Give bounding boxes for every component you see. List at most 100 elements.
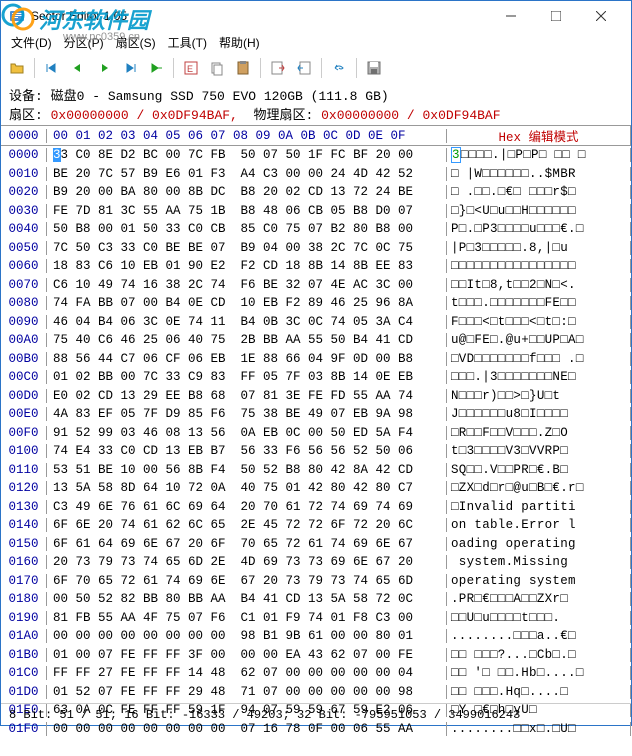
bytes-cell[interactable]: 33 C0 8E D2 BC 00 7C FB 50 07 50 1F FC B… <box>47 148 447 162</box>
hex-row[interactable]: 018000 50 52 82 BB 80 BB AA B4 41 CD 13 … <box>1 590 631 609</box>
hex-row[interactable]: 01506F 61 64 69 6E 67 20 6F 70 65 72 61 … <box>1 535 631 554</box>
hex-body[interactable]: 000033 C0 8E D2 BC 00 7C FB 50 07 50 1F … <box>1 146 631 756</box>
hex-row[interactable]: 019081 FB 55 AA 4F 75 07 F6 C1 01 F9 74 … <box>1 609 631 628</box>
bytes-cell[interactable]: 4A 83 EF 05 7F D9 85 F6 75 38 BE 49 07 E… <box>47 407 447 421</box>
editmode-button[interactable]: E <box>179 56 203 80</box>
next-button[interactable] <box>92 56 116 80</box>
bytes-cell[interactable]: 20 73 79 73 74 65 6D 2E 4D 69 73 73 69 6… <box>47 555 447 569</box>
ascii-cell[interactable]: N□□□r)□□>□}U□t <box>447 389 631 403</box>
hex-row[interactable]: 01706F 70 65 72 61 74 69 6E 67 20 73 79 … <box>1 572 631 591</box>
bytes-cell[interactable]: 6F 70 65 72 61 74 69 6E 67 20 73 79 73 7… <box>47 574 447 588</box>
ascii-cell[interactable]: t□3□□□□V3□VVRP□ <box>447 444 631 458</box>
hex-row[interactable]: 00E04A 83 EF 05 7F D9 85 F6 75 38 BE 49 … <box>1 405 631 424</box>
ascii-cell[interactable]: system.Missing <box>447 555 631 569</box>
ascii-cell[interactable]: □VD□□□□□□□f□□□ .□ <box>447 352 631 366</box>
goto-button[interactable] <box>144 56 168 80</box>
hex-row[interactable]: 011053 51 BE 10 00 56 8B F4 50 52 B8 80 … <box>1 461 631 480</box>
hex-row[interactable]: 004050 B8 00 01 50 33 C0 CB 85 C0 75 07 … <box>1 220 631 239</box>
copy-button[interactable] <box>205 56 229 80</box>
bytes-cell[interactable]: 6F 61 64 69 6E 67 20 6F 70 65 72 61 74 6… <box>47 537 447 551</box>
bytes-cell[interactable]: 00 00 00 00 00 00 00 00 98 B1 9B 61 00 0… <box>47 629 447 643</box>
hex-row[interactable]: 008074 FA BB 07 00 B4 0E CD 10 EB F2 89 … <box>1 294 631 313</box>
minimize-button[interactable] <box>488 2 533 30</box>
ascii-cell[interactable]: J□□□□□□u8□I□□□□ <box>447 407 631 421</box>
bytes-cell[interactable]: 81 FB 55 AA 4F 75 07 F6 C1 01 F9 74 01 F… <box>47 611 447 625</box>
open-button[interactable] <box>5 56 29 80</box>
hex-row[interactable]: 00F091 52 99 03 46 08 13 56 0A EB 0C 00 … <box>1 424 631 443</box>
ascii-cell[interactable]: P□.□P3□□□□u□□□€.□ <box>447 222 631 236</box>
bytes-cell[interactable]: 01 52 07 FE FF FF 29 48 71 07 00 00 00 0… <box>47 685 447 699</box>
bytes-cell[interactable]: 88 56 44 C7 06 CF 06 EB 1E 88 66 04 9F 0… <box>47 352 447 366</box>
paste-button[interactable] <box>231 56 255 80</box>
bytes-cell[interactable]: 53 51 BE 10 00 56 8B F4 50 52 B8 80 42 8… <box>47 463 447 477</box>
ascii-cell[interactable]: □ZX□d□r□@u□B□€.r□ <box>447 481 631 495</box>
ascii-cell[interactable]: u@□FE□.@u+□□UP□A□ <box>447 333 631 347</box>
hex-row[interactable]: 01A000 00 00 00 00 00 00 00 98 B1 9B 61 … <box>1 627 631 646</box>
bytes-cell[interactable]: 7C 50 C3 33 C0 BE BE 07 B9 04 00 38 2C 7… <box>47 241 447 255</box>
ascii-cell[interactable]: □□ □□□?...□Cb□.□ <box>447 648 631 662</box>
bytes-cell[interactable]: 6F 6E 20 74 61 62 6C 65 2E 45 72 72 6F 7… <box>47 518 447 532</box>
bytes-cell[interactable]: FF FF 27 FE FF FF 14 48 62 07 00 00 00 0… <box>47 666 447 680</box>
prev-button[interactable] <box>66 56 90 80</box>
hex-row[interactable]: 016020 73 79 73 74 65 6D 2E 4D 69 73 73 … <box>1 553 631 572</box>
ascii-cell[interactable]: 3□□□□.|□P□P□ □□ □ <box>447 148 631 162</box>
hex-row[interactable]: 00C001 02 BB 00 7C 33 C9 83 FF 05 7F 03 … <box>1 368 631 387</box>
bytes-cell[interactable]: 75 40 C6 46 25 06 40 75 2B BB AA 55 50 B… <box>47 333 447 347</box>
hex-row[interactable]: 00507C 50 C3 33 C0 BE BE 07 B9 04 00 38 … <box>1 239 631 258</box>
bytes-cell[interactable]: E0 02 CD 13 29 EE B8 68 07 81 3E FE FD 5… <box>47 389 447 403</box>
bytes-cell[interactable]: 13 5A 58 8D 64 10 72 0A 40 75 01 42 80 4… <box>47 481 447 495</box>
ascii-cell[interactable]: □□□.|3□□□□□□□NE□ <box>447 370 631 384</box>
hex-row[interactable]: 00A075 40 C6 46 25 06 40 75 2B BB AA 55 … <box>1 331 631 350</box>
menu-tools[interactable]: 工具(T) <box>162 32 213 53</box>
bytes-cell[interactable]: BE 20 7C 57 B9 E6 01 F3 A4 C3 00 00 24 4… <box>47 167 447 181</box>
ascii-cell[interactable]: □R□□F□□V□□□.Z□O <box>447 426 631 440</box>
hex-row[interactable]: 0030FE 7D 81 3C 55 AA 75 1B B8 48 06 CB … <box>1 202 631 221</box>
menu-partition[interactable]: 分区(P) <box>58 32 110 53</box>
save-button[interactable] <box>362 56 386 80</box>
bytes-cell[interactable]: FE 7D 81 3C 55 AA 75 1B B8 48 06 CB 05 B… <box>47 204 447 218</box>
maximize-button[interactable] <box>533 2 578 30</box>
bytes-cell[interactable]: 50 B8 00 01 50 33 C0 CB 85 C0 75 07 B2 8… <box>47 222 447 236</box>
ascii-cell[interactable]: |P□3□□□□□.8,|□u <box>447 241 631 255</box>
hex-row[interactable]: 009046 04 B4 06 3C 0E 74 11 B4 0B 3C 0C … <box>1 313 631 332</box>
hex-row[interactable]: 0070C6 10 49 74 16 38 2C 74 F6 BE 32 07 … <box>1 276 631 295</box>
ascii-cell[interactable]: F□□□<□t□□□<□t□:□ <box>447 315 631 329</box>
undo-button[interactable] <box>327 56 351 80</box>
bytes-cell[interactable]: 46 04 B4 06 3C 0E 74 11 B4 0B 3C 0C 74 0… <box>47 315 447 329</box>
hex-row[interactable]: 012013 5A 58 8D 64 10 72 0A 40 75 01 42 … <box>1 479 631 498</box>
ascii-cell[interactable]: t□□□.□□□□□□□FE□□ <box>447 296 631 310</box>
hex-row[interactable]: 0010BE 20 7C 57 B9 E6 01 F3 A4 C3 00 00 … <box>1 165 631 184</box>
hex-row[interactable]: 01C0FF FF 27 FE FF FF 14 48 62 07 00 00 … <box>1 664 631 683</box>
ascii-cell[interactable]: on table.Error l <box>447 518 631 532</box>
hex-row[interactable]: 000033 C0 8E D2 BC 00 7C FB 50 07 50 1F … <box>1 146 631 165</box>
bytes-cell[interactable]: 74 FA BB 07 00 B4 0E CD 10 EB F2 89 46 2… <box>47 296 447 310</box>
bytes-cell[interactable]: 01 00 07 FE FF FF 3F 00 00 00 EA 43 62 0… <box>47 648 447 662</box>
ascii-cell[interactable]: □□ □□□.Hq□....□ <box>447 685 631 699</box>
hex-row[interactable]: 0130C3 49 6E 76 61 6C 69 64 20 70 61 72 … <box>1 498 631 517</box>
ascii-cell[interactable]: □□ '□ □□.Hb□....□ <box>447 666 631 680</box>
hex-row[interactable]: 006018 83 C6 10 EB 01 90 E2 F2 CD 18 8B … <box>1 257 631 276</box>
menu-help[interactable]: 帮助(H) <box>213 32 266 53</box>
ascii-cell[interactable]: SQ□□.V□□PR□€.B□ <box>447 463 631 477</box>
hex-row[interactable]: 00B088 56 44 C7 06 CF 06 EB 1E 88 66 04 … <box>1 350 631 369</box>
import-button[interactable] <box>266 56 290 80</box>
ascii-cell[interactable]: □□U□u□□□□t□□□. <box>447 611 631 625</box>
bytes-cell[interactable]: B9 20 00 BA 80 00 8B DC B8 20 02 CD 13 7… <box>47 185 447 199</box>
hex-row[interactable]: 00D0E0 02 CD 13 29 EE B8 68 07 81 3E FE … <box>1 387 631 406</box>
last-button[interactable] <box>118 56 142 80</box>
bytes-cell[interactable]: 00 50 52 82 BB 80 BB AA B4 41 CD 13 5A 5… <box>47 592 447 606</box>
ascii-cell[interactable]: .PR□€□□□A□□ZXr□ <box>447 592 631 606</box>
bytes-cell[interactable]: 91 52 99 03 46 08 13 56 0A EB 0C 00 50 E… <box>47 426 447 440</box>
hex-row[interactable]: 0020B9 20 00 BA 80 00 8B DC B8 20 02 CD … <box>1 183 631 202</box>
first-button[interactable] <box>40 56 64 80</box>
ascii-cell[interactable]: oading operating <box>447 537 631 551</box>
ascii-cell[interactable]: □□□□□□□□□□□□□□□□ <box>447 259 631 273</box>
bytes-cell[interactable]: C3 49 6E 76 61 6C 69 64 20 70 61 72 74 6… <box>47 500 447 514</box>
export-button[interactable] <box>292 56 316 80</box>
menu-sector[interactable]: 扇区(S) <box>110 32 162 53</box>
hex-row[interactable]: 010074 E4 33 C0 CD 13 EB B7 56 33 F6 56 … <box>1 442 631 461</box>
hex-row[interactable]: 01406F 6E 20 74 61 62 6C 65 2E 45 72 72 … <box>1 516 631 535</box>
bytes-cell[interactable]: 74 E4 33 C0 CD 13 EB B7 56 33 F6 56 56 5… <box>47 444 447 458</box>
hex-row[interactable]: 01D001 52 07 FE FF FF 29 48 71 07 00 00 … <box>1 683 631 702</box>
ascii-cell[interactable]: operating system <box>447 574 631 588</box>
